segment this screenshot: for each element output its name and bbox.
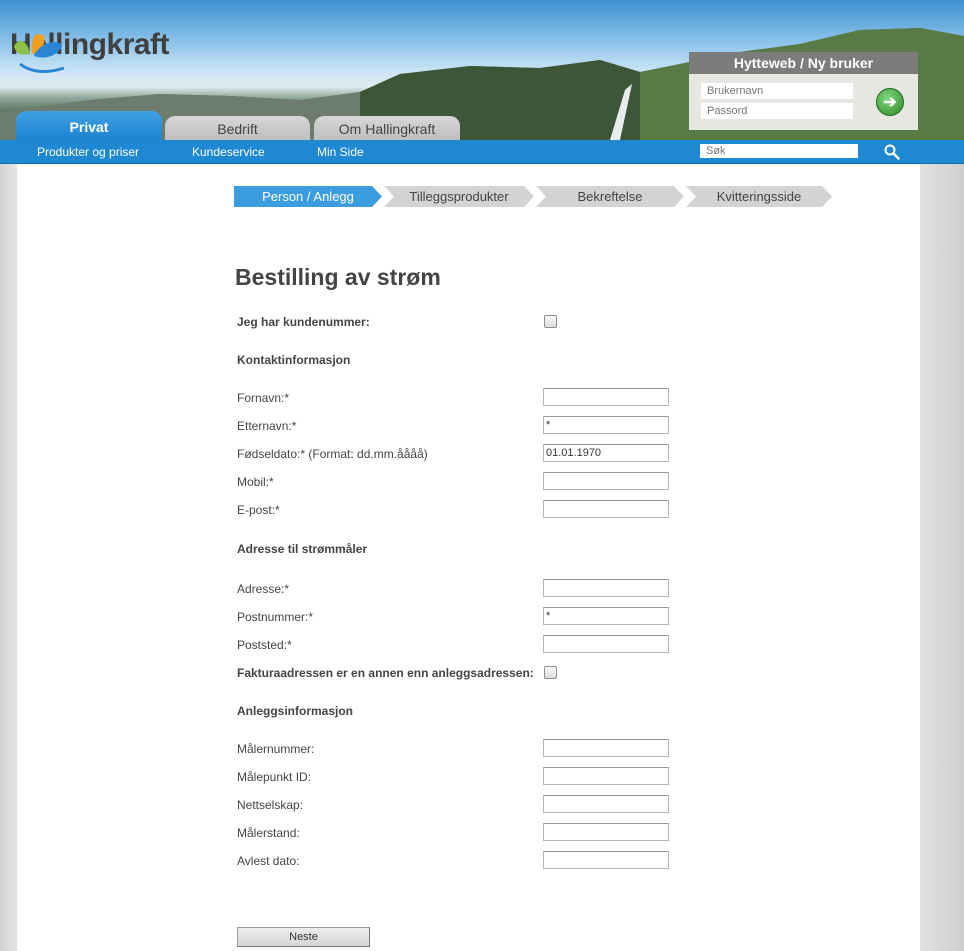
has-customer-number-label: Jeg har kundenummer: bbox=[237, 315, 370, 329]
login-title: Hytteweb / Ny bruker bbox=[689, 52, 918, 74]
arrow-right-icon: ➔ bbox=[883, 94, 897, 111]
birth-date-field[interactable] bbox=[543, 444, 669, 462]
tab-om-hallingkraft[interactable]: Om Hallingkraft bbox=[314, 116, 460, 142]
first-name-field[interactable] bbox=[543, 388, 669, 406]
tab-privat[interactable]: Privat bbox=[16, 111, 162, 142]
metering-point-field[interactable] bbox=[543, 767, 669, 785]
step-bekreftelse: Bekreftelse bbox=[536, 186, 684, 207]
nav-link-min-side[interactable]: Min Side bbox=[317, 145, 364, 159]
login-submit-button[interactable]: ➔ bbox=[876, 88, 904, 116]
postal-place-field[interactable] bbox=[543, 635, 669, 653]
search-input[interactable] bbox=[700, 144, 858, 158]
facility-heading: Anleggsinformasjon bbox=[237, 704, 354, 718]
billing-address-checkbox[interactable] bbox=[544, 666, 557, 679]
page-title: Bestilling av strøm bbox=[235, 264, 441, 290]
postal-place-label: Poststed:* bbox=[237, 638, 292, 652]
first-name-label: Fornavn:* bbox=[237, 391, 290, 405]
address-heading: Adresse til strømmåler bbox=[237, 542, 368, 556]
step-tilleggsprodukter: Tilleggsprodukter bbox=[384, 186, 534, 207]
nav-link-produkter[interactable]: Produkter og priser bbox=[37, 145, 139, 159]
last-name-label: Etternavn:* bbox=[237, 419, 297, 433]
email-label: E-post:* bbox=[237, 503, 280, 517]
meter-reading-field[interactable] bbox=[543, 823, 669, 841]
step-person-anlegg: Person / Anlegg bbox=[234, 186, 382, 207]
address-label: Adresse:* bbox=[237, 582, 290, 596]
last-name-field[interactable] bbox=[543, 416, 669, 434]
birth-date-label: Fødseldato:* (Format: dd.mm.åååå) bbox=[237, 447, 428, 461]
grid-company-label: Nettselskap: bbox=[237, 798, 304, 812]
postal-code-field[interactable] bbox=[543, 607, 669, 625]
brand-logo[interactable]: Hallingkraft bbox=[6, 28, 170, 73]
mobile-label: Mobil:* bbox=[237, 475, 274, 489]
mobile-field[interactable] bbox=[543, 472, 669, 490]
login-box: Hytteweb / Ny bruker ➔ bbox=[689, 52, 918, 130]
metering-point-label: Målepunkt ID: bbox=[237, 770, 312, 784]
contact-heading: Kontaktinformasjon bbox=[237, 353, 351, 367]
nav-bar: Produkter og priser Kundeservice Min Sid… bbox=[0, 140, 964, 164]
password-input[interactable] bbox=[701, 103, 853, 119]
page-shadow-right bbox=[920, 164, 964, 951]
meter-number-label: Målernummer: bbox=[237, 742, 315, 756]
tab-bedrift[interactable]: Bedrift bbox=[165, 116, 310, 142]
grid-company-field[interactable] bbox=[543, 795, 669, 813]
main-content bbox=[17, 164, 920, 951]
reading-date-label: Avlest dato: bbox=[237, 854, 300, 868]
has-customer-number-checkbox[interactable] bbox=[544, 315, 557, 328]
billing-address-label: Fakturaadressen er en annen enn anleggsa… bbox=[237, 666, 534, 680]
meter-number-field[interactable] bbox=[543, 739, 669, 757]
page-shadow-left bbox=[0, 164, 17, 951]
step-kvitteringsside: Kvitteringsside bbox=[686, 186, 832, 207]
reading-date-field[interactable] bbox=[543, 851, 669, 869]
search-icon[interactable] bbox=[883, 143, 901, 161]
meter-reading-label: Målerstand: bbox=[237, 826, 300, 840]
next-button[interactable]: Neste bbox=[237, 927, 370, 947]
username-input[interactable] bbox=[701, 83, 853, 99]
butterfly-logo-icon bbox=[14, 34, 65, 73]
nav-link-kundeservice[interactable]: Kundeservice bbox=[192, 145, 265, 159]
postal-code-label: Postnummer:* bbox=[237, 610, 314, 624]
email-field[interactable] bbox=[543, 500, 669, 518]
address-field[interactable] bbox=[543, 579, 669, 597]
